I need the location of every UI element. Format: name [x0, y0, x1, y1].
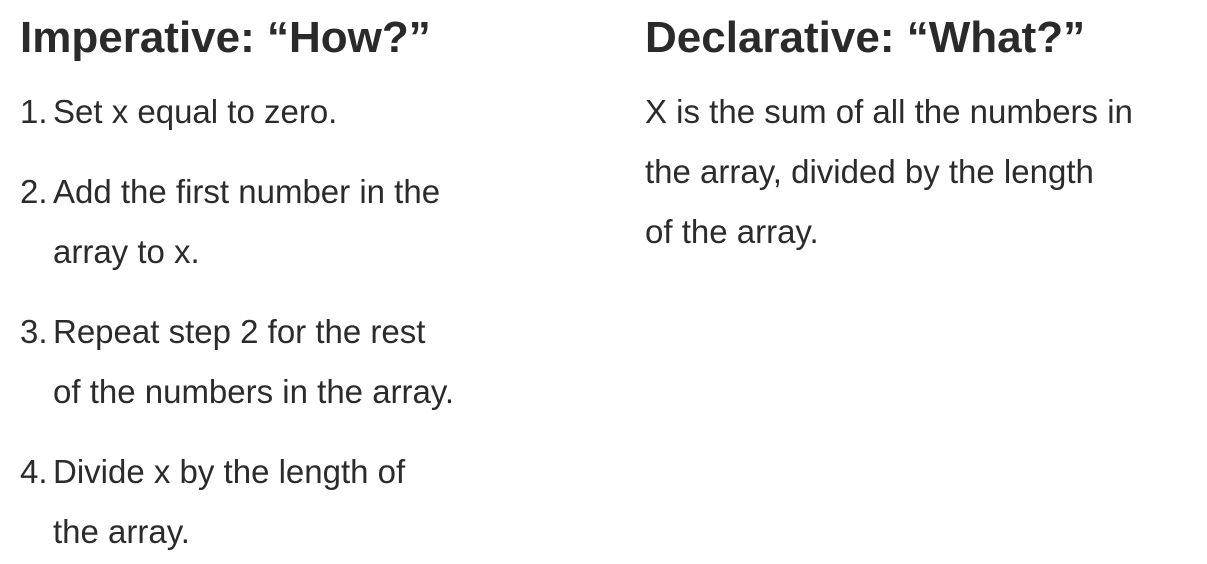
- step-number: 3.: [20, 313, 48, 350]
- step-text: Set x equal to zero.: [53, 93, 338, 130]
- step-item-4: 4. Divide x by the length of the array.: [20, 442, 405, 562]
- step-text: Divide x by the length of: [53, 453, 406, 490]
- step-text-continued: the array.: [53, 513, 190, 550]
- step-text: Add the first number in the: [53, 173, 441, 210]
- step-number: 1.: [20, 93, 48, 130]
- description-line: the array, divided by the length: [645, 153, 1094, 190]
- step-number: 4.: [20, 453, 48, 490]
- step-item-2: 2. Add the first number in the array to x…: [20, 162, 440, 282]
- imperative-heading: Imperative: “How?”: [20, 13, 431, 62]
- step-number: 2.: [20, 173, 48, 210]
- step-text-continued: of the numbers in the array.: [53, 373, 455, 410]
- declarative-heading: Declarative: “What?”: [645, 13, 1086, 62]
- description-line: X is the sum of all the numbers in: [645, 93, 1133, 130]
- step-text-continued: array to x.: [53, 233, 200, 270]
- step-text: Repeat step 2 for the rest: [53, 313, 426, 350]
- step-item-1: 1. Set x equal to zero.: [20, 82, 337, 142]
- declarative-description: X is the sum of all the numbers in the a…: [645, 82, 1205, 262]
- description-line: of the array.: [645, 213, 819, 250]
- step-item-3: 3. Repeat step 2 for the rest of the numb…: [20, 302, 454, 422]
